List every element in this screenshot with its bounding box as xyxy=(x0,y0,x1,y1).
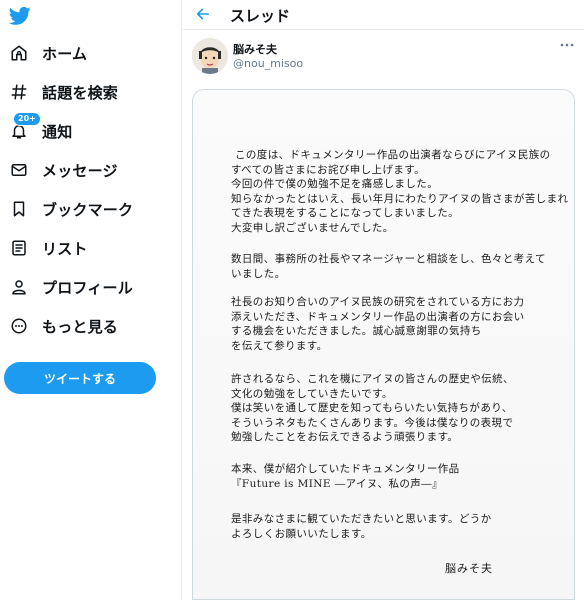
header: スレッド xyxy=(183,0,584,30)
letter-paragraph: 本来、僕が紹介していたドキュメンタリー作品 『Future is MINE ―ア… xyxy=(231,462,561,491)
sidebar-item-label: ブックマーク xyxy=(42,200,134,219)
sidebar-item-label: ホーム xyxy=(42,44,88,63)
page-title: スレッド xyxy=(230,7,291,25)
letter-line: 社長のお知り合いのアイヌ民族の研究をされている方にお力 xyxy=(231,296,525,308)
letter-line: 許されるなら、これを機にアイヌの皆さんの歴史や伝統、 xyxy=(231,373,514,385)
tweet-button[interactable]: ツイートする xyxy=(4,362,156,394)
sidebar-item-bookmarks[interactable]: ブックマーク xyxy=(0,192,182,226)
bookmark-icon xyxy=(9,199,29,219)
letter-line: 本来、僕が紹介していたドキュメンタリー作品 xyxy=(231,463,460,475)
list-icon xyxy=(9,238,29,258)
letter-signature: 脳みそ夫 xyxy=(445,562,493,575)
letter-line: 勉強したことをお伝えできるよう頑張ります。 xyxy=(231,431,459,443)
letter-line: よろしくお願いいたします。 xyxy=(231,527,372,540)
sidebar-item-notifications[interactable]: 20+ 通知 xyxy=(0,112,182,148)
person-icon xyxy=(9,277,29,297)
letter-line: 大変申し訳ございませんでした。 xyxy=(231,221,394,234)
letter-line: する機会をいただきました。誠心誠意謝罪の気持ち xyxy=(231,325,482,337)
letter-paragraph: 許されるなら、これを機にアイヌの皆さんの歴史や伝統、 文化の勉強をしていきたいで… xyxy=(231,372,561,445)
sidebar-item-home[interactable]: ホーム xyxy=(0,36,182,70)
letter-line: を伝えて参ります。 xyxy=(231,339,328,352)
letter-paragraph: 数日間、事務所の社長やマネージャーと相談をし、色々と考えて いました。 xyxy=(231,252,561,281)
home-icon xyxy=(9,43,29,63)
user-handle[interactable]: @nou_misoo xyxy=(233,57,303,70)
letter-line: てきた表現をすることになってしまいました。 xyxy=(231,207,460,219)
letter-line: いました。 xyxy=(231,267,286,280)
letter-line: すべての皆さまにお詫び申し上げます。 xyxy=(231,163,425,176)
back-arrow-icon[interactable] xyxy=(195,6,211,22)
letter-paragraph: この度は、ドキュメンタリー作品の出演者ならびにアイヌ民族の すべての皆さまにお詫… xyxy=(231,148,569,235)
letter-paragraph: 社長のお知り合いのアイヌ民族の研究をされている方にお力 添えいただき、ドキュメン… xyxy=(231,295,561,353)
avatar-image xyxy=(192,38,228,74)
avatar[interactable] xyxy=(192,38,228,74)
letter-line: 数日間、事務所の社長やマネージャーと相談をし、色々と考えて xyxy=(231,253,546,265)
letter-line: 是非みなさまに観ていただきたいと思います。どうか xyxy=(231,513,492,525)
sidebar-item-label: メッセージ xyxy=(42,161,118,180)
sidebar-item-label: プロフィール xyxy=(42,278,133,297)
bell-icon: 20+ xyxy=(9,112,41,141)
twitter-bird-icon[interactable] xyxy=(9,6,31,26)
hashtag-icon xyxy=(9,82,29,102)
letter-line: 『Future is MINE ―アイヌ、私の声―』 xyxy=(231,477,443,490)
sidebar-item-label: リスト xyxy=(42,239,88,258)
letter-line: 僕は笑いを通して歴史を知ってもらいたい気持ちがあり、 xyxy=(231,402,513,414)
more-options-icon[interactable] xyxy=(559,40,575,50)
more-circle-icon xyxy=(9,316,29,336)
sidebar-item-label: 話題を検索 xyxy=(42,83,119,102)
sidebar-item-label: 通知 xyxy=(42,122,73,141)
letter-paragraph: 是非みなさまに観ていただきたいと思います。どうか よろしくお願いいたします。 xyxy=(231,512,561,541)
sidebar-item-lists[interactable]: リスト xyxy=(0,231,182,265)
user-name[interactable]: 脳みそ夫 xyxy=(233,41,277,57)
sidebar: ホーム 話題を検索 20+ 通知 メッセージ ブックマーク リスト プロフィール… xyxy=(0,0,182,600)
sidebar-item-profile[interactable]: プロフィール xyxy=(0,270,182,304)
notification-badge: 20+ xyxy=(13,112,41,126)
letter-line: この度は、ドキュメンタリー作品の出演者ならびにアイヌ民族の xyxy=(235,149,551,161)
sidebar-item-messages[interactable]: メッセージ xyxy=(0,153,182,187)
letter-line: 文化の勉強をしていきたいです。 xyxy=(231,387,393,400)
letter-line: 今回の件で僕の勉強不足を痛感しました。 xyxy=(231,178,439,190)
sidebar-item-more[interactable]: もっと見る xyxy=(0,309,182,343)
letter-image[interactable]: この度は、ドキュメンタリー作品の出演者ならびにアイヌ民族の すべての皆さまにお詫… xyxy=(192,89,575,600)
envelope-icon xyxy=(9,160,29,180)
main-column: スレッド 脳みそ夫 @nou_misoo この度は、ドキュメンタリー作品の出演者… xyxy=(183,0,584,600)
sidebar-item-label: もっと見る xyxy=(42,317,119,336)
letter-line: 知らなかったとはいえ、長い年月にわたりアイヌの皆さまが苦しまれ xyxy=(231,192,569,205)
sidebar-item-explore[interactable]: 話題を検索 xyxy=(0,75,182,109)
letter-line: そういうネタもたくさんあります。今後は僕なりの表現で xyxy=(231,416,514,429)
letter-line: 添えいただき、ドキュメンタリー作品の出演者の方にお会い xyxy=(231,310,525,323)
